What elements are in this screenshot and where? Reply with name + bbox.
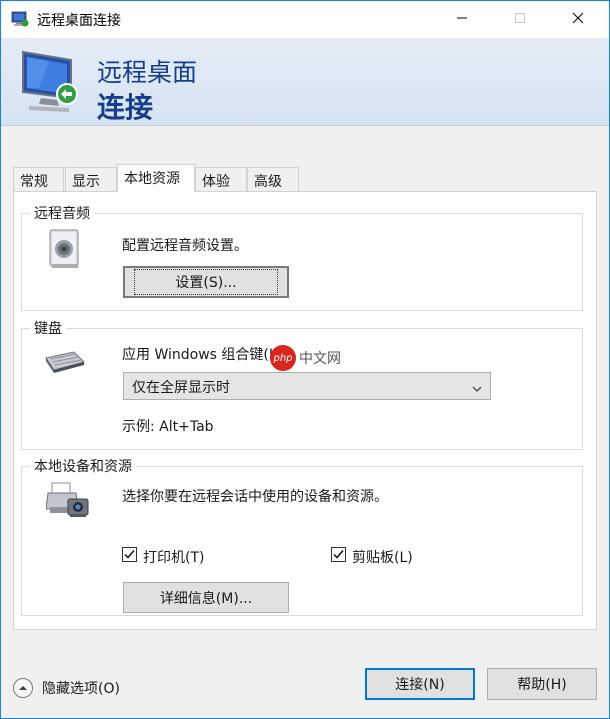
watermark-badge: php [270, 345, 296, 371]
keyboard-example: 示例: Alt+Tab [122, 419, 214, 435]
local-devices-description: 选择你要在远程会话中使用的设备和资源。 [122, 489, 388, 505]
connect-button[interactable]: 连接(N) [365, 668, 475, 700]
minimize-icon [456, 12, 468, 28]
maximize-button[interactable] [497, 1, 543, 38]
speaker-icon [48, 228, 82, 274]
local-devices-group: 本地设备和资源 选择你要在远程会话中使用的设备和资源。 打印机(T) 剪贴板(L… [21, 456, 583, 616]
clipboard-label[interactable]: 剪贴板(L) [352, 547, 413, 567]
tab-local-resources[interactable]: 本地资源 [117, 164, 195, 192]
close-icon [572, 12, 584, 28]
title-bar[interactable]: 远程桌面连接 [1, 1, 609, 38]
tab-general[interactable]: 常规 [13, 167, 64, 192]
watermark: php 中文网 [270, 345, 341, 371]
hide-options-toggle[interactable]: 隐藏选项(O) [13, 678, 120, 698]
tab-label: 本地资源 [124, 171, 180, 187]
printer-camera-icon [45, 481, 90, 525]
chevron-up-icon [13, 678, 33, 698]
details-button-label: 详细信息(M)... [159, 590, 253, 607]
watermark-text: 中文网 [299, 351, 341, 367]
remote-audio-group: 远程音频 配置远程音频设置。 设置(S)... [21, 203, 583, 311]
keyboard-icon [42, 348, 86, 378]
tab-label: 常规 [20, 174, 48, 190]
help-button-label: 帮助(H) [517, 677, 567, 693]
audio-settings-label: 设置(S)... [134, 269, 278, 295]
keyboard-legend: 键盘 [30, 318, 66, 338]
clipboard-checkbox[interactable] [331, 547, 346, 562]
hide-options-label: 隐藏选项(O) [42, 681, 120, 697]
banner-title-line1: 远程桌面 [97, 58, 198, 87]
banner-title-line2: 连接 [97, 91, 154, 124]
tab-display[interactable]: 显示 [65, 167, 117, 192]
window-title: 远程桌面连接 [37, 13, 121, 29]
tab-advanced[interactable]: 高级 [247, 167, 299, 192]
header-banner: 远程桌面 连接 [1, 38, 609, 126]
remote-desktop-app-icon [11, 10, 29, 28]
remote-audio-description: 配置远程音频设置。 [122, 238, 248, 254]
audio-settings-button[interactable]: 设置(S)... [123, 266, 289, 298]
tab-label: 体验 [202, 174, 230, 190]
minimize-button[interactable] [439, 1, 485, 38]
maximize-icon [514, 12, 526, 28]
chevron-down-icon [472, 381, 482, 397]
help-button[interactable]: 帮助(H) [487, 668, 597, 700]
apply-windows-keys-label: 应用 Windows 组合键(K): [122, 347, 289, 363]
remote-monitor-icon [19, 48, 81, 114]
tab-label: 高级 [254, 174, 282, 190]
remote-desktop-window: 远程桌面连接 远程桌面 连接 常规 显示 本地资源 体验 高级 远程音频 配置远… [0, 0, 610, 719]
tab-label: 显示 [72, 174, 100, 190]
connect-button-label: 连接(N) [395, 677, 445, 693]
windows-keys-selected: 仅在全屏显示时 [132, 380, 230, 396]
local-devices-legend: 本地设备和资源 [30, 456, 136, 476]
windows-keys-select[interactable]: 仅在全屏显示时 [123, 372, 491, 400]
printers-checkbox[interactable] [122, 547, 137, 562]
printers-label[interactable]: 打印机(T) [143, 547, 204, 567]
local-resources-panel: 远程音频 配置远程音频设置。 设置(S)... 键盘 应用 Windows 组合… [13, 191, 597, 630]
close-button[interactable] [555, 1, 601, 38]
remote-audio-legend: 远程音频 [30, 203, 94, 223]
tab-experience[interactable]: 体验 [195, 167, 247, 192]
details-button[interactable]: 详细信息(M)... [123, 582, 289, 613]
